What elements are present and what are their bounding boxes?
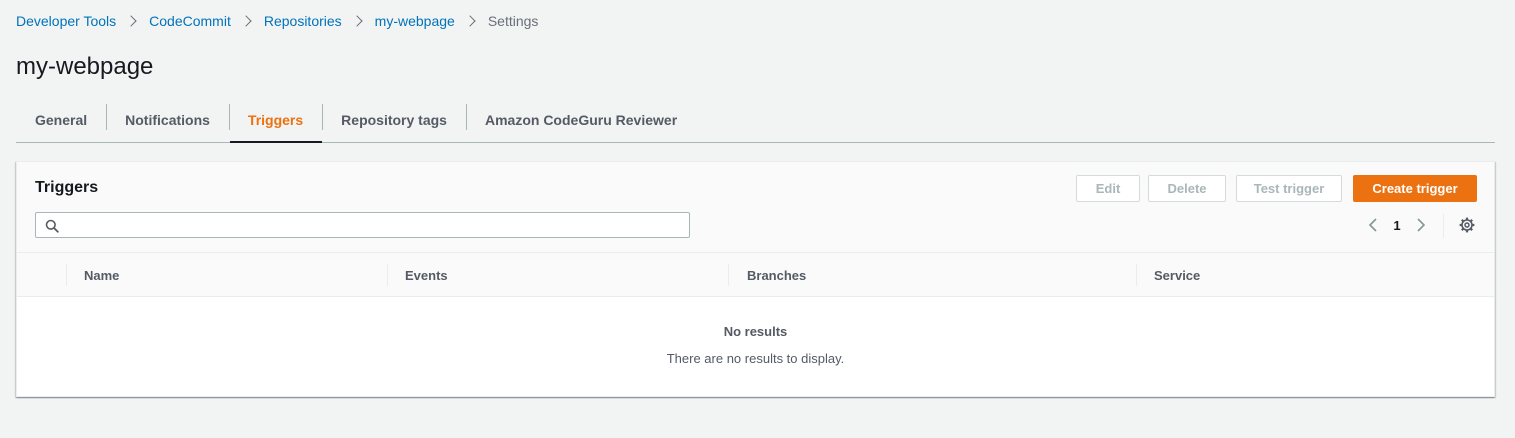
current-page-number[interactable]: 1 <box>1382 218 1412 233</box>
prev-page-button[interactable] <box>1364 215 1382 235</box>
search-box[interactable] <box>35 212 690 238</box>
test-trigger-button[interactable]: Test trigger <box>1236 175 1342 202</box>
search-input[interactable] <box>66 214 681 236</box>
column-header-service[interactable]: Service <box>1137 253 1200 297</box>
empty-state-description: There are no results to display. <box>666 351 845 366</box>
column-divider <box>728 264 729 286</box>
column-header-branches[interactable]: Branches <box>730 253 806 297</box>
chevron-right-icon <box>351 15 363 27</box>
tab-triggers[interactable]: Triggers <box>228 102 323 143</box>
breadcrumb: Developer Tools CodeCommit Repositories … <box>16 12 538 30</box>
chevron-left-icon <box>1368 218 1377 232</box>
search-icon <box>45 219 59 233</box>
next-page-button[interactable] <box>1412 215 1430 235</box>
triggers-panel-title: Triggers <box>35 179 99 196</box>
chevron-right-icon <box>240 15 252 27</box>
triggers-panel: Triggers Edit Delete Test trigger Create… <box>16 161 1495 397</box>
chevron-right-icon <box>1417 218 1426 232</box>
column-header-name[interactable]: Name <box>67 253 119 297</box>
pager-divider <box>1443 214 1444 238</box>
column-header-events[interactable]: Events <box>388 253 448 297</box>
breadcrumb-current: Settings <box>487 13 539 29</box>
triggers-panel-header: Triggers Edit Delete Test trigger Create… <box>17 162 1494 253</box>
settings-tabs: General Notifications Triggers Repositor… <box>16 102 1495 143</box>
triggers-table-header: Name Events Branches Service <box>17 253 1494 297</box>
empty-state-title: No results <box>723 324 788 339</box>
page-title: my-webpage <box>16 53 154 80</box>
breadcrumb-repositories[interactable]: Repositories <box>264 13 342 29</box>
tab-repository-tags[interactable]: Repository tags <box>322 102 466 142</box>
tab-codeguru-reviewer[interactable]: Amazon CodeGuru Reviewer <box>465 102 696 142</box>
chevron-right-icon <box>125 15 137 27</box>
chevron-right-icon <box>464 15 476 27</box>
tab-notifications[interactable]: Notifications <box>106 102 229 142</box>
edit-button[interactable]: Edit <box>1076 175 1140 202</box>
breadcrumb-repository[interactable]: my-webpage <box>375 13 455 29</box>
delete-button[interactable]: Delete <box>1148 175 1226 202</box>
breadcrumb-codecommit[interactable]: CodeCommit <box>149 13 231 29</box>
tab-general[interactable]: General <box>16 102 106 142</box>
create-trigger-button[interactable]: Create trigger <box>1353 175 1477 202</box>
pagination: 1 <box>1364 215 1430 235</box>
gear-icon[interactable] <box>1459 217 1475 233</box>
breadcrumb-developer-tools[interactable]: Developer Tools <box>16 13 116 29</box>
